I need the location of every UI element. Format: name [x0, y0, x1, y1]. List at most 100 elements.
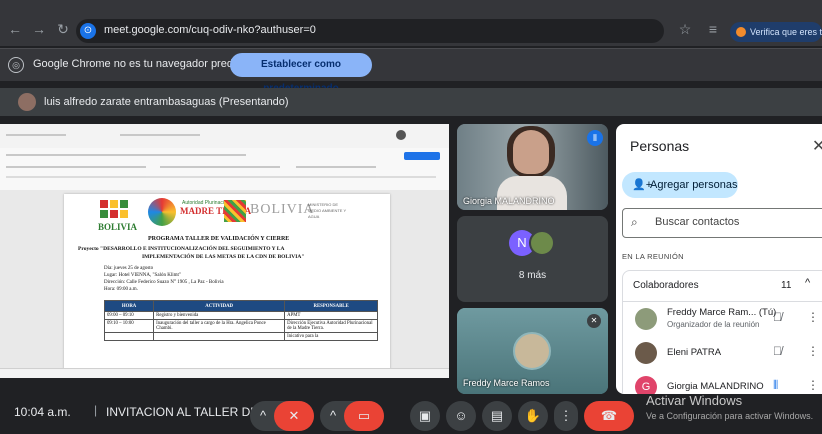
table-header: ACTIVIDAD	[153, 300, 286, 312]
search-contacts-input[interactable]: ⌕ Buscar contactos	[622, 208, 822, 238]
chevron-up-icon[interactable]: ^	[805, 277, 810, 289]
logo-square	[110, 210, 118, 218]
camera-control[interactable]: ^ ▭	[320, 401, 384, 431]
table-cell: APMT	[284, 311, 378, 320]
present-button[interactable]: ▣	[410, 401, 440, 431]
more-options-icon[interactable]: ⋮	[807, 310, 819, 324]
ribbon-group	[296, 166, 376, 168]
default-browser-infobar: ◎ Google Chrome no es tu navegador prede…	[0, 48, 822, 94]
logo-square	[100, 200, 108, 208]
speaking-icon: ⦀	[773, 378, 779, 392]
share-button	[404, 152, 440, 160]
logo-square	[120, 200, 128, 208]
ministry-emblem	[224, 200, 246, 222]
doc-title: PROGRAMA TALLER DE VALIDACIÓN Y CIERRE	[148, 236, 290, 242]
captions-icon: ▤	[490, 408, 504, 423]
url-field[interactable]: ⊙ meet.google.com/cuq-odiv-nko?authuser=…	[76, 19, 664, 43]
participant-tile-freddy[interactable]: ✕ Freddy Marce Ramos	[457, 308, 608, 394]
url-text[interactable]: meet.google.com/cuq-odiv-nko?authuser=0	[104, 24, 316, 36]
table-cell: Inicativo para la	[284, 332, 378, 341]
table-row: Inicativo para la	[103, 332, 378, 341]
windows-watermark-subtitle: Ve a Configuración para activar Windows.	[646, 411, 814, 421]
add-people-button[interactable]: 👤+ Agregar personas	[622, 172, 738, 198]
table-header: HORA	[103, 300, 155, 312]
tile-name: Giorgia MALANDRINO	[463, 196, 555, 206]
avatar	[513, 332, 551, 370]
presenter-bar: luis alfredo zarate entrambasaguas (Pres…	[0, 88, 822, 116]
doc-meta-line: Hora: 09:00 a.m.	[104, 287, 138, 292]
people-panel: Personas ✕ 👤+ Agregar personas ⌕ Buscar …	[616, 124, 822, 394]
agenda-table: HORA ACTIVIDAD RESPONSABLE 09:00 – 09:10…	[103, 300, 378, 341]
participant-tile-giorgia[interactable]: ⦀ Giorgia MALANDRINO	[457, 124, 608, 210]
logo-square	[100, 210, 108, 218]
participant-name: Freddy Marce Ram... (Tú)	[667, 307, 777, 318]
presenter-avatar	[18, 93, 36, 111]
doc-meta-line: Lugar: Hotel VIENNA, "Salón Klimt"	[104, 273, 181, 278]
reload-icon[interactable]: ↻	[54, 20, 72, 38]
participant-row[interactable]: G Giorgia MALANDRINO ⦀ ⋮	[622, 370, 822, 394]
participant-tile-more[interactable]: N 8 más	[457, 216, 608, 302]
set-default-button[interactable]: Establecer como predeterminado	[230, 53, 372, 94]
ribbon-tabs	[6, 154, 246, 156]
group-label: Colaboradores	[633, 280, 699, 291]
avatar	[635, 342, 657, 364]
account-icon	[396, 130, 406, 140]
verify-label: Verifica que eres tú	[750, 27, 822, 37]
more-participants-label: 8 más	[518, 270, 547, 281]
close-icon[interactable]: ✕	[812, 136, 822, 156]
doc-meta-line: Día: jueves 25 de agosto	[104, 266, 154, 271]
word-ribbon	[0, 148, 449, 191]
forward-arrow-icon[interactable]: →	[30, 20, 48, 38]
profile-icon	[736, 27, 746, 37]
clock: 10:04 a.m.	[14, 405, 71, 419]
section-label: EN LA REUNIÓN	[622, 252, 684, 261]
collaborators-group[interactable]: Colaboradores 11 ^	[622, 270, 822, 302]
present-icon: ▣	[418, 408, 432, 423]
windows-watermark-title: Activar Windows	[646, 393, 743, 408]
table-cell	[103, 332, 155, 341]
verify-profile-button[interactable]: Verifica que eres tú	[730, 22, 822, 42]
title-placeholder	[120, 134, 200, 136]
more-options-icon[interactable]: ⋮	[807, 378, 819, 392]
title-placeholder	[6, 134, 66, 136]
participant-row[interactable]: Freddy Marce Ram... (Tú) Organizador de …	[622, 302, 822, 336]
back-arrow-icon[interactable]: ←	[6, 20, 24, 38]
avatar	[529, 230, 555, 256]
chevron-up-icon[interactable]: ^	[250, 401, 276, 431]
madre-tierra-emblem	[148, 198, 176, 226]
tile-name: Freddy Marce Ramos	[463, 378, 550, 388]
camera-off-icon[interactable]: ▭	[344, 401, 384, 431]
video-person-face	[513, 130, 549, 174]
mic-control[interactable]: ^ ✕	[250, 401, 314, 431]
table-cell: Inauguración del taller a cargo de la Hr…	[153, 319, 286, 333]
captions-button[interactable]: ▤	[482, 401, 512, 431]
panel-title: Personas	[630, 138, 690, 154]
star-icon[interactable]: ☆	[676, 20, 694, 38]
site-info-icon[interactable]: ⊙	[80, 23, 96, 39]
ribbon-group	[6, 166, 146, 168]
extensions-icon[interactable]: ≡	[704, 20, 722, 38]
logo-ministry: MINISTERIO DE MEDIO AMBIENTE Y AGUA	[308, 202, 347, 219]
more-options-icon[interactable]: ⋮	[807, 344, 819, 358]
participant-name: Eleni PATRA	[667, 347, 722, 358]
group-count: 11	[781, 280, 792, 291]
mic-off-icon[interactable]: ✕	[274, 401, 314, 431]
chevron-up-icon[interactable]: ^	[320, 401, 346, 431]
shared-screen[interactable]: BOLIVIA Autoridad Plurinacional de la MA…	[0, 124, 449, 378]
emoji-button[interactable]: ☺	[446, 401, 476, 431]
table-cell: 09:00 – 09:10	[103, 311, 155, 320]
logo-square	[110, 200, 118, 208]
leave-call-button[interactable]: ☎	[584, 401, 634, 431]
ribbon-group	[160, 166, 280, 168]
logo-bolivia-text: BOLIVIA	[98, 222, 138, 232]
more-options-button[interactable]: ⋮	[554, 401, 578, 431]
avatar	[635, 308, 657, 330]
table-cell: Dirección Ejecutiva Autoridad Plurinacio…	[284, 319, 378, 333]
separator: |	[94, 403, 98, 417]
table-row: 09:10 – 10:00 Inauguración del taller a …	[103, 319, 378, 333]
raise-hand-button[interactable]: ✋	[518, 401, 548, 431]
participant-row[interactable]: Eleni PATRA 🎙̸ ⋮	[622, 336, 822, 370]
hand-icon: ✋	[524, 408, 542, 423]
table-row: 09:00 – 09:10 Registro y bienvenida APMT	[103, 311, 378, 320]
logo-square	[120, 210, 128, 218]
